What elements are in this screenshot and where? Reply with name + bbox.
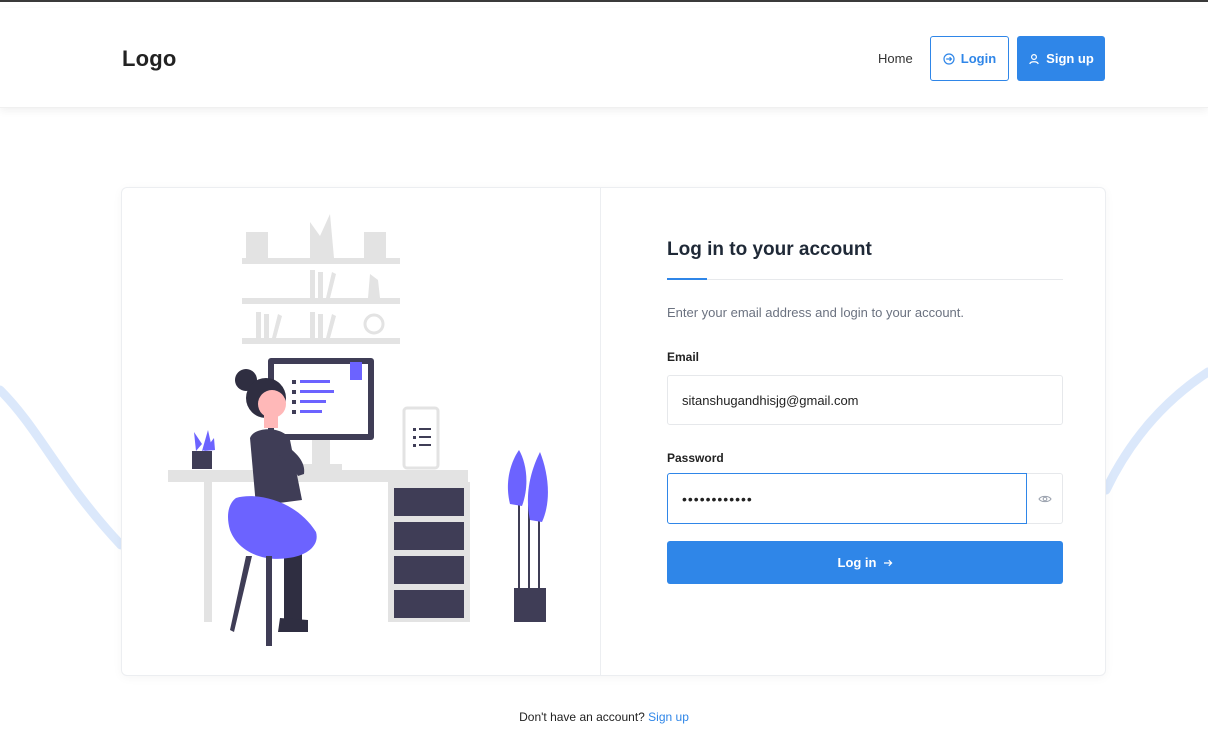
title-underline [667,279,1063,280]
signup-prompt: Don't have an account? Sign up [0,710,1208,724]
eye-icon [1037,495,1052,502]
email-label: Email [667,350,700,364]
title-underline-accent [667,278,707,280]
bookshelf [242,214,400,344]
signup-prompt-text: Don't have an account? [519,710,645,724]
form-subtitle: Enter your email address and login to yo… [667,305,965,320]
logo[interactable]: Logo [122,46,177,72]
nav-home-link[interactable]: Home [878,51,913,66]
email-field[interactable] [667,375,1063,425]
window-top-border [0,0,1208,8]
password-field[interactable] [667,473,1027,524]
navbar: Logo Home Login Sign up [0,8,1208,108]
tall-pot [514,588,546,622]
password-visibility-toggle[interactable] [1027,473,1063,524]
card-divider [600,187,601,676]
submit-login-label: Log in [837,555,877,570]
desk-illustration [168,214,548,646]
user-icon [1029,53,1039,64]
login-arrow-icon [943,52,955,65]
login-button-label: Login [960,51,997,66]
form-title: Log in to your account [667,239,872,260]
small-pot [192,451,212,469]
login-button[interactable]: Login [930,36,1009,81]
signup-button[interactable]: Sign up [1017,36,1105,81]
submit-login-button[interactable]: Log in [667,541,1063,584]
password-label: Password [667,451,724,465]
arrow-right-icon [883,559,892,566]
desk [168,470,468,482]
signup-link[interactable]: Sign up [648,710,689,724]
signup-button-label: Sign up [1046,51,1094,66]
